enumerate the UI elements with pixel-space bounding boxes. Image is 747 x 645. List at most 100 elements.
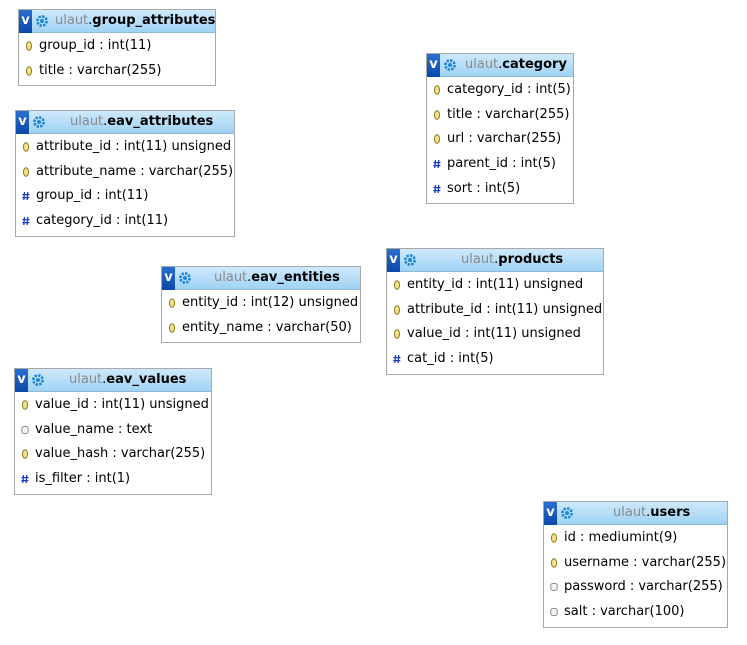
gear-icon[interactable] <box>31 373 45 387</box>
column-text: entity_id : int(12) unsigned <box>182 295 359 310</box>
column-text: value_hash : varchar(255) <box>35 446 206 462</box>
column-row[interactable]: salt : varchar(100) <box>544 600 727 625</box>
collapse-toggle-button[interactable]: v <box>162 267 175 290</box>
column-row[interactable]: attribute_name : varchar(255) <box>16 160 234 185</box>
column-row[interactable]: sort : int(5) <box>427 177 573 202</box>
column-row[interactable]: id : mediumint(9) <box>544 526 727 551</box>
table-header[interactable]: v ulaut.eav_attributes <box>16 111 234 134</box>
table-eav_entities[interactable]: v ulaut.eav_entities entity_id : int(12)… <box>161 266 361 344</box>
table-name: group_attributes <box>92 13 216 28</box>
hash-icon <box>21 467 31 491</box>
table-name: eav_entities <box>251 270 340 285</box>
column-row[interactable]: entity_id : int(12) unsigned <box>162 291 360 316</box>
hash-icon <box>433 177 443 201</box>
field-icon <box>21 418 31 442</box>
column-text: value_id : int(11) unsigned <box>35 397 209 412</box>
column-row[interactable]: cat_id : int(5) <box>387 347 603 372</box>
column-text: attribute_id : int(11) unsigned <box>36 139 232 154</box>
column-row[interactable]: title : varchar(255) <box>19 59 215 84</box>
table-users[interactable]: v ulaut.users id : mediumint(9) username… <box>543 501 728 628</box>
schema-name: ulaut <box>214 270 248 285</box>
key-icon <box>550 526 560 550</box>
key-icon <box>21 393 31 417</box>
column-row[interactable]: category_id : int(5) <box>427 78 573 103</box>
collapse-toggle-button[interactable]: v <box>19 10 32 33</box>
column-text: attribute_name : varchar(255) <box>36 163 234 179</box>
key-icon <box>393 322 403 346</box>
gear-icon[interactable] <box>560 506 574 520</box>
column-row[interactable]: group_id : int(11) <box>16 184 234 209</box>
table-header[interactable]: v ulaut.eav_entities <box>162 267 360 290</box>
field-icon <box>550 575 560 599</box>
gear-icon[interactable] <box>403 253 417 267</box>
column-row[interactable]: parent_id : int(5) <box>427 152 573 177</box>
key-icon <box>22 160 32 184</box>
table-category[interactable]: v ulaut.category category_id : int(5) ti… <box>426 53 574 205</box>
field-icon <box>550 600 560 624</box>
column-text: cat_id : int(5) <box>407 351 494 367</box>
column-row[interactable]: attribute_id : int(11) unsigned <box>387 298 603 323</box>
column-text: entity_name : varchar(50) <box>182 319 352 335</box>
column-row[interactable]: title : varchar(255) <box>427 103 573 128</box>
table-header[interactable]: v ulaut.users <box>544 502 727 525</box>
column-row[interactable]: value_name : text <box>15 418 211 443</box>
table-title: ulaut.eav_attributes <box>70 114 214 129</box>
table-header[interactable]: v ulaut.group_attributes <box>19 10 215 33</box>
column-row[interactable]: value_id : int(11) unsigned <box>387 322 603 347</box>
column-row[interactable]: attribute_id : int(11) unsigned <box>16 135 234 160</box>
key-icon <box>22 135 32 159</box>
key-icon <box>168 291 178 315</box>
hash-icon <box>433 152 443 176</box>
table-header[interactable]: v ulaut.eav_values <box>15 369 211 392</box>
column-row[interactable]: is_filter : int(1) <box>15 467 211 492</box>
column-row[interactable]: category_id : int(11) <box>16 209 234 234</box>
column-text: title : varchar(255) <box>447 106 570 122</box>
table-eav_attributes[interactable]: v ulaut.eav_attributes attribute_id : in… <box>15 110 235 237</box>
collapse-toggle-button[interactable]: v <box>427 54 440 77</box>
column-row[interactable]: group_id : int(11) <box>19 34 215 59</box>
key-icon <box>550 551 560 575</box>
column-row[interactable]: entity_name : varchar(50) <box>162 316 360 341</box>
gear-icon[interactable] <box>35 14 49 28</box>
table-group_attributes[interactable]: v ulaut.group_attributes group_id : int(… <box>18 9 216 87</box>
gear-icon[interactable] <box>32 115 46 129</box>
schema-name: ulaut <box>613 505 647 520</box>
table-header[interactable]: v ulaut.products <box>387 249 603 272</box>
column-row[interactable]: value_id : int(11) unsigned <box>15 393 211 418</box>
column-text: attribute_id : int(11) unsigned <box>407 301 603 317</box>
column-text: entity_id : int(11) unsigned <box>407 277 584 292</box>
column-text: category_id : int(5) <box>447 82 571 97</box>
table-eav_values[interactable]: v ulaut.eav_values value_id : int(11) un… <box>14 368 212 495</box>
column-row[interactable]: username : varchar(255) <box>544 551 727 576</box>
hash-icon <box>393 347 403 371</box>
key-icon <box>393 273 403 297</box>
key-icon <box>433 78 443 102</box>
column-text: password : varchar(255) <box>564 579 723 595</box>
column-text: title : varchar(255) <box>39 62 162 78</box>
schema-name: ulaut <box>55 13 89 28</box>
collapse-toggle-button[interactable]: v <box>16 111 29 134</box>
table-products[interactable]: v ulaut.products entity_id : int(11) uns… <box>386 248 604 375</box>
column-text: salt : varchar(100) <box>564 604 685 620</box>
column-row[interactable]: entity_id : int(11) unsigned <box>387 273 603 298</box>
collapse-toggle-button[interactable]: v <box>387 249 400 272</box>
schema-name: ulaut <box>70 114 104 129</box>
key-icon <box>393 298 403 322</box>
table-name: users <box>650 505 691 520</box>
column-text: url : varchar(255) <box>447 131 562 147</box>
gear-icon[interactable] <box>178 271 192 285</box>
column-row[interactable]: password : varchar(255) <box>544 575 727 600</box>
table-header[interactable]: v ulaut.category <box>427 54 573 77</box>
collapse-toggle-button[interactable]: v <box>544 502 557 525</box>
key-icon <box>25 59 35 83</box>
gear-icon[interactable] <box>443 58 457 72</box>
key-icon <box>21 442 31 466</box>
column-text: value_name : text <box>35 421 153 437</box>
table-title: ulaut.users <box>613 505 691 520</box>
key-icon <box>25 34 35 58</box>
column-text: id : mediumint(9) <box>564 530 678 545</box>
column-text: group_id : int(11) <box>36 188 149 204</box>
column-row[interactable]: url : varchar(255) <box>427 127 573 152</box>
column-row[interactable]: value_hash : varchar(255) <box>15 442 211 467</box>
collapse-toggle-button[interactable]: v <box>15 369 28 392</box>
